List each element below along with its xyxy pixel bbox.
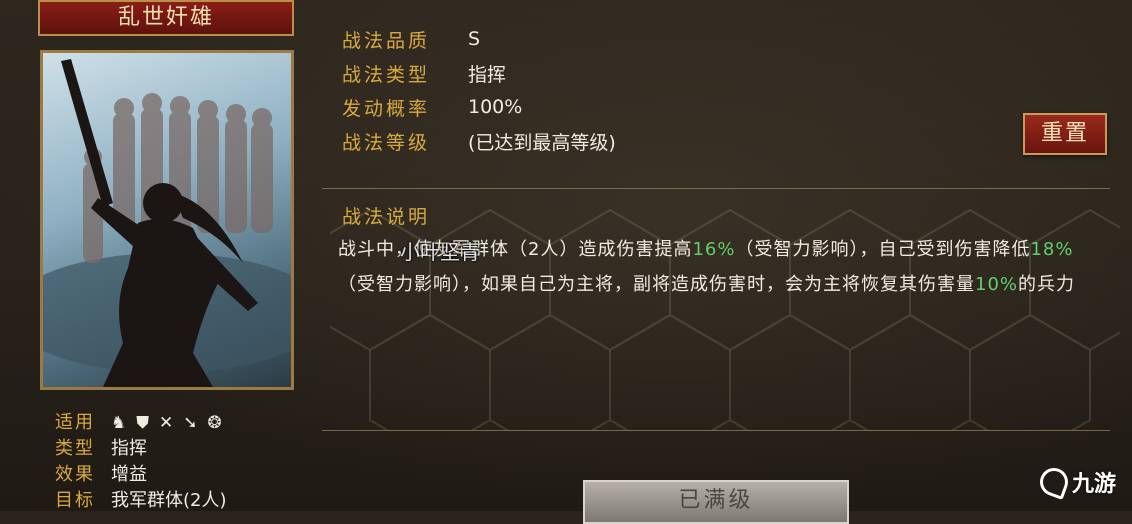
desc-highlight: 10% bbox=[975, 274, 1019, 295]
attr-value: 100% bbox=[468, 96, 523, 118]
meta-label: 效果 bbox=[55, 464, 95, 485]
logo-text: 九游 bbox=[1072, 472, 1117, 497]
meta-row-target: 目标 我军群体(2人) bbox=[55, 488, 227, 514]
watermark-text: 小叶坚青 bbox=[400, 240, 480, 264]
bow-icon: ✕ bbox=[159, 413, 174, 433]
hex-pattern bbox=[330, 208, 1120, 430]
maxed-button[interactable]: 已满级 bbox=[583, 480, 849, 524]
attr-value: S bbox=[468, 28, 481, 50]
siege-icon: ❂ bbox=[207, 413, 222, 433]
attr-type: 战法类型 指挥 bbox=[342, 56, 616, 90]
meta-row-applicable: 适用 ♞ ⛊ ✕ ➘ ❂ bbox=[55, 410, 227, 436]
meta-row-effect: 效果 增益 bbox=[55, 462, 227, 488]
attr-quality: 战法品质 S bbox=[342, 22, 616, 56]
meta-value: 我军群体(2人) bbox=[111, 490, 227, 511]
cavalry-icon: ♞ bbox=[111, 413, 127, 433]
meta-label: 目标 bbox=[55, 490, 95, 511]
meta-row-type: 类型 指挥 bbox=[55, 436, 227, 462]
site-logo: 九游 bbox=[1036, 464, 1117, 500]
description-title: 战法说明 bbox=[342, 206, 431, 228]
divider-bottom bbox=[322, 430, 1110, 431]
skill-name: 乱世奸雄 bbox=[117, 5, 214, 30]
attr-label: 发动概率 bbox=[342, 97, 431, 120]
attr-label: 战法品质 bbox=[342, 29, 431, 52]
attr-level: 战法等级 (已达到最高等级) bbox=[342, 124, 616, 158]
reset-button[interactable]: 重置 bbox=[1023, 113, 1107, 155]
skill-attributes: 战法品质 S 战法类型 指挥 发动概率 100% 战法等级 (已达到最高等级) bbox=[342, 22, 616, 158]
skill-name-banner: 乱世奸雄 bbox=[38, 0, 294, 36]
skill-meta: 适用 ♞ ⛊ ✕ ➘ ❂ 类型 指挥 效果 增益 目标 我军群体(2人) bbox=[55, 410, 227, 514]
desc-text: 战斗中，使友军群体（2人）造成伤害提高 bbox=[338, 239, 693, 260]
meta-label: 适用 bbox=[55, 412, 95, 433]
meta-value: 增益 bbox=[111, 464, 147, 485]
attr-label: 战法类型 bbox=[342, 63, 431, 86]
desc-highlight: 18% bbox=[1030, 239, 1074, 260]
troop-type-icons: ♞ ⛊ ✕ ➘ ❂ bbox=[111, 410, 222, 436]
desc-text: 的兵力 bbox=[1018, 274, 1076, 295]
desc-highlight: 16% bbox=[692, 239, 736, 260]
warlord-illustration bbox=[43, 59, 291, 387]
attr-trigger-rate: 发动概率 100% bbox=[342, 90, 616, 124]
attr-label: 战法等级 bbox=[342, 131, 431, 154]
divider-top bbox=[322, 188, 1110, 189]
logo-mark-icon bbox=[1036, 464, 1072, 500]
attr-value: 指挥 bbox=[468, 63, 507, 86]
desc-text: （受智力影响），如果自己为主将，副将造成伤害时，会为主将恢复其伤害量 bbox=[338, 274, 975, 295]
spear-icon: ➘ bbox=[183, 413, 198, 433]
shield-icon: ⛊ bbox=[136, 413, 149, 433]
skill-portrait bbox=[40, 50, 294, 390]
meta-label: 类型 bbox=[55, 438, 95, 459]
attr-value: (已达到最高等级) bbox=[468, 131, 616, 154]
desc-text: （受智力影响），自己受到伤害降低 bbox=[735, 239, 1031, 260]
meta-value: 指挥 bbox=[111, 438, 147, 459]
